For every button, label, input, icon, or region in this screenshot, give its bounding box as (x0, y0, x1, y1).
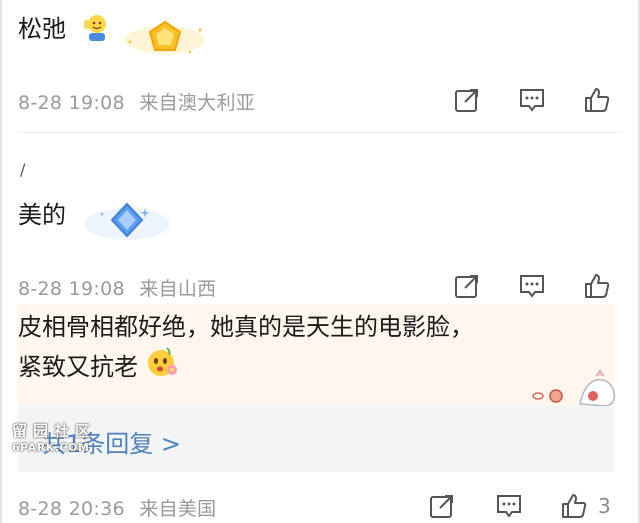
comment-list: 松弛 8-28 19:08 来自澳大利亚 / 美的 8-28 19:08 来自山… (0, 0, 640, 523)
comment-location: 来自澳大利亚 (139, 92, 256, 114)
blue-diamond-badge-icon (82, 190, 172, 248)
comment-icon[interactable] (517, 271, 547, 301)
comment-location: 来自美国 (139, 498, 217, 520)
comment-text: 美的 (18, 198, 66, 232)
comment-icon[interactable] (517, 85, 547, 115)
watermark-line2: 6PARK.COM (12, 441, 90, 454)
comment-body-line2: 紧致又抗老 (18, 352, 138, 381)
comment-body: 美的 (18, 201, 66, 229)
comment-meta: 8-28 19:08 来自山西 (18, 274, 216, 301)
share-icon[interactable] (452, 85, 482, 115)
comment-time: 8-28 19:08 (18, 278, 125, 300)
share-icon[interactable] (427, 491, 457, 521)
comment-text: 皮相骨相都好绝，她真的是天生的电影脸， 紧致又抗老 (18, 310, 618, 389)
comment-body: 松弛 (18, 15, 66, 43)
comment-location: 来自山西 (139, 278, 217, 300)
share-icon[interactable] (452, 271, 482, 301)
comment-meta: 8-28 20:36 来自美国 (18, 494, 216, 521)
waving-person-emoji-icon (82, 12, 112, 46)
comment-body-line1: 皮相骨相都好绝，她真的是天生的电影脸， (18, 313, 474, 341)
like-icon[interactable] (582, 271, 612, 301)
like-icon[interactable] (559, 491, 589, 521)
comment-text: 松弛 (18, 12, 66, 46)
gold-pentagon-badge-icon (120, 12, 210, 64)
comment-meta: 8-28 19:08 来自澳大利亚 (18, 88, 255, 115)
watermark-line1: 留园社区 (12, 422, 97, 440)
partial-mark: / (20, 160, 26, 179)
divider (18, 132, 622, 133)
like-icon[interactable] (582, 85, 612, 115)
site-watermark: 留园社区 6PARK.COM (12, 420, 96, 454)
comment-icon[interactable] (494, 491, 524, 521)
flower-smile-emoji-icon (144, 344, 180, 389)
comment-time: 8-28 19:08 (18, 92, 125, 114)
like-count: 3 (598, 494, 611, 518)
comment-time: 8-28 20:36 (18, 498, 125, 520)
